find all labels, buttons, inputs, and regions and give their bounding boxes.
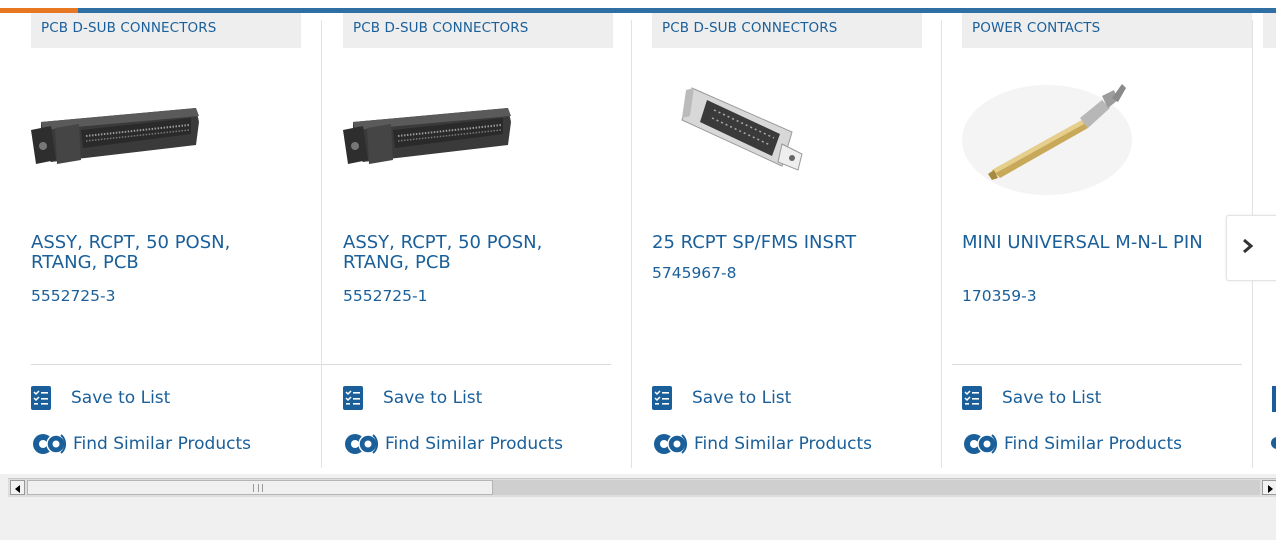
save-to-list-button[interactable]: Save to List [652, 386, 791, 410]
find-similar-label: Find Similar Products [385, 434, 563, 454]
carousel-next-button[interactable] [1226, 215, 1276, 281]
product-card: POWER CONTACTS MINI UNIVERSAL M-N-L PIN … [952, 0, 1252, 468]
gears-icon [652, 432, 688, 456]
find-similar-label: Find Similar Products [694, 434, 872, 454]
product-title-link[interactable]: 25 RCPT SP/FMS INSRT [652, 233, 917, 253]
part-number[interactable]: 5552725-3 [31, 287, 116, 305]
next-card-find-peek [1271, 432, 1276, 454]
card-separator [941, 20, 942, 468]
category-label[interactable]: PCB D-SUB CONNECTORS [343, 13, 613, 48]
save-to-list-button[interactable]: Save to List [343, 386, 482, 410]
product-image[interactable] [962, 70, 1162, 200]
product-carousel: PCB D-SUB CONNECTORS ASSY, RCPT, 50 POSN… [0, 0, 1276, 474]
checklist-icon [343, 386, 363, 410]
find-similar-button[interactable]: Find Similar Products [343, 432, 563, 456]
product-card: PCB D-SUB CONNECTORS ASSY, RCPT, 50 POSN… [31, 0, 611, 468]
save-to-list-label: Save to List [383, 388, 483, 408]
save-to-list-label: Save to List [692, 388, 792, 408]
product-title-link[interactable]: ASSY, RCPT, 50 POSN, RTANG, PCB [31, 233, 296, 273]
card-separator [631, 20, 632, 468]
checklist-icon [31, 386, 51, 410]
chevron-right-icon [1241, 237, 1255, 259]
grip-icon [253, 484, 263, 492]
product-title-link[interactable]: MINI UNIVERSAL M-N-L PIN [962, 233, 1227, 253]
category-label[interactable]: PCB D-SUB CONNECTORS [652, 13, 922, 48]
triangle-right-icon [1266, 478, 1274, 497]
gears-icon [343, 432, 379, 456]
save-to-list-label: Save to List [71, 388, 171, 408]
part-number[interactable]: 5745967-8 [652, 264, 737, 282]
scroll-right-button[interactable] [1262, 480, 1276, 495]
checklist-icon [962, 386, 982, 410]
scroll-thumb[interactable] [27, 480, 493, 495]
find-similar-button[interactable]: Find Similar Products [962, 432, 1182, 456]
save-to-list-label: Save to List [1002, 388, 1102, 408]
gears-icon [962, 432, 998, 456]
card-divider [952, 364, 1242, 365]
save-to-list-button[interactable]: Save to List [31, 386, 170, 410]
find-similar-button[interactable]: Find Similar Products [31, 432, 251, 456]
scroll-left-button[interactable] [10, 480, 25, 495]
triangle-left-icon [14, 478, 22, 497]
scroll-track[interactable] [27, 480, 1260, 495]
part-number[interactable]: 5552725-1 [343, 287, 428, 305]
checklist-icon [652, 386, 672, 410]
category-label[interactable]: POWER CONTACTS [962, 13, 1252, 48]
card-separator [321, 20, 322, 468]
save-to-list-button[interactable]: Save to List [962, 386, 1101, 410]
part-number[interactable]: 170359-3 [962, 287, 1037, 305]
category-label[interactable]: PCB D-SUB CONNECTORS [31, 13, 301, 48]
product-image[interactable] [652, 70, 852, 200]
next-card-category-peek [1263, 13, 1276, 48]
product-image[interactable] [343, 70, 543, 200]
gears-icon [31, 432, 67, 456]
product-card: PCB D-SUB CONNECTORS ASSY, RCPT, 50 POSN… [343, 0, 631, 468]
product-image[interactable] [31, 70, 231, 200]
find-similar-label: Find Similar Products [73, 434, 251, 454]
find-similar-label: Find Similar Products [1004, 434, 1182, 454]
next-card-save-peek [1272, 386, 1276, 412]
product-card: PCB D-SUB CONNECTORS 25 RCPT SP/FMS INSR… [652, 0, 941, 468]
horizontal-scrollbar[interactable] [8, 478, 1276, 497]
find-similar-button[interactable]: Find Similar Products [652, 432, 872, 456]
product-title-link[interactable]: ASSY, RCPT, 50 POSN, RTANG, PCB [343, 233, 608, 273]
